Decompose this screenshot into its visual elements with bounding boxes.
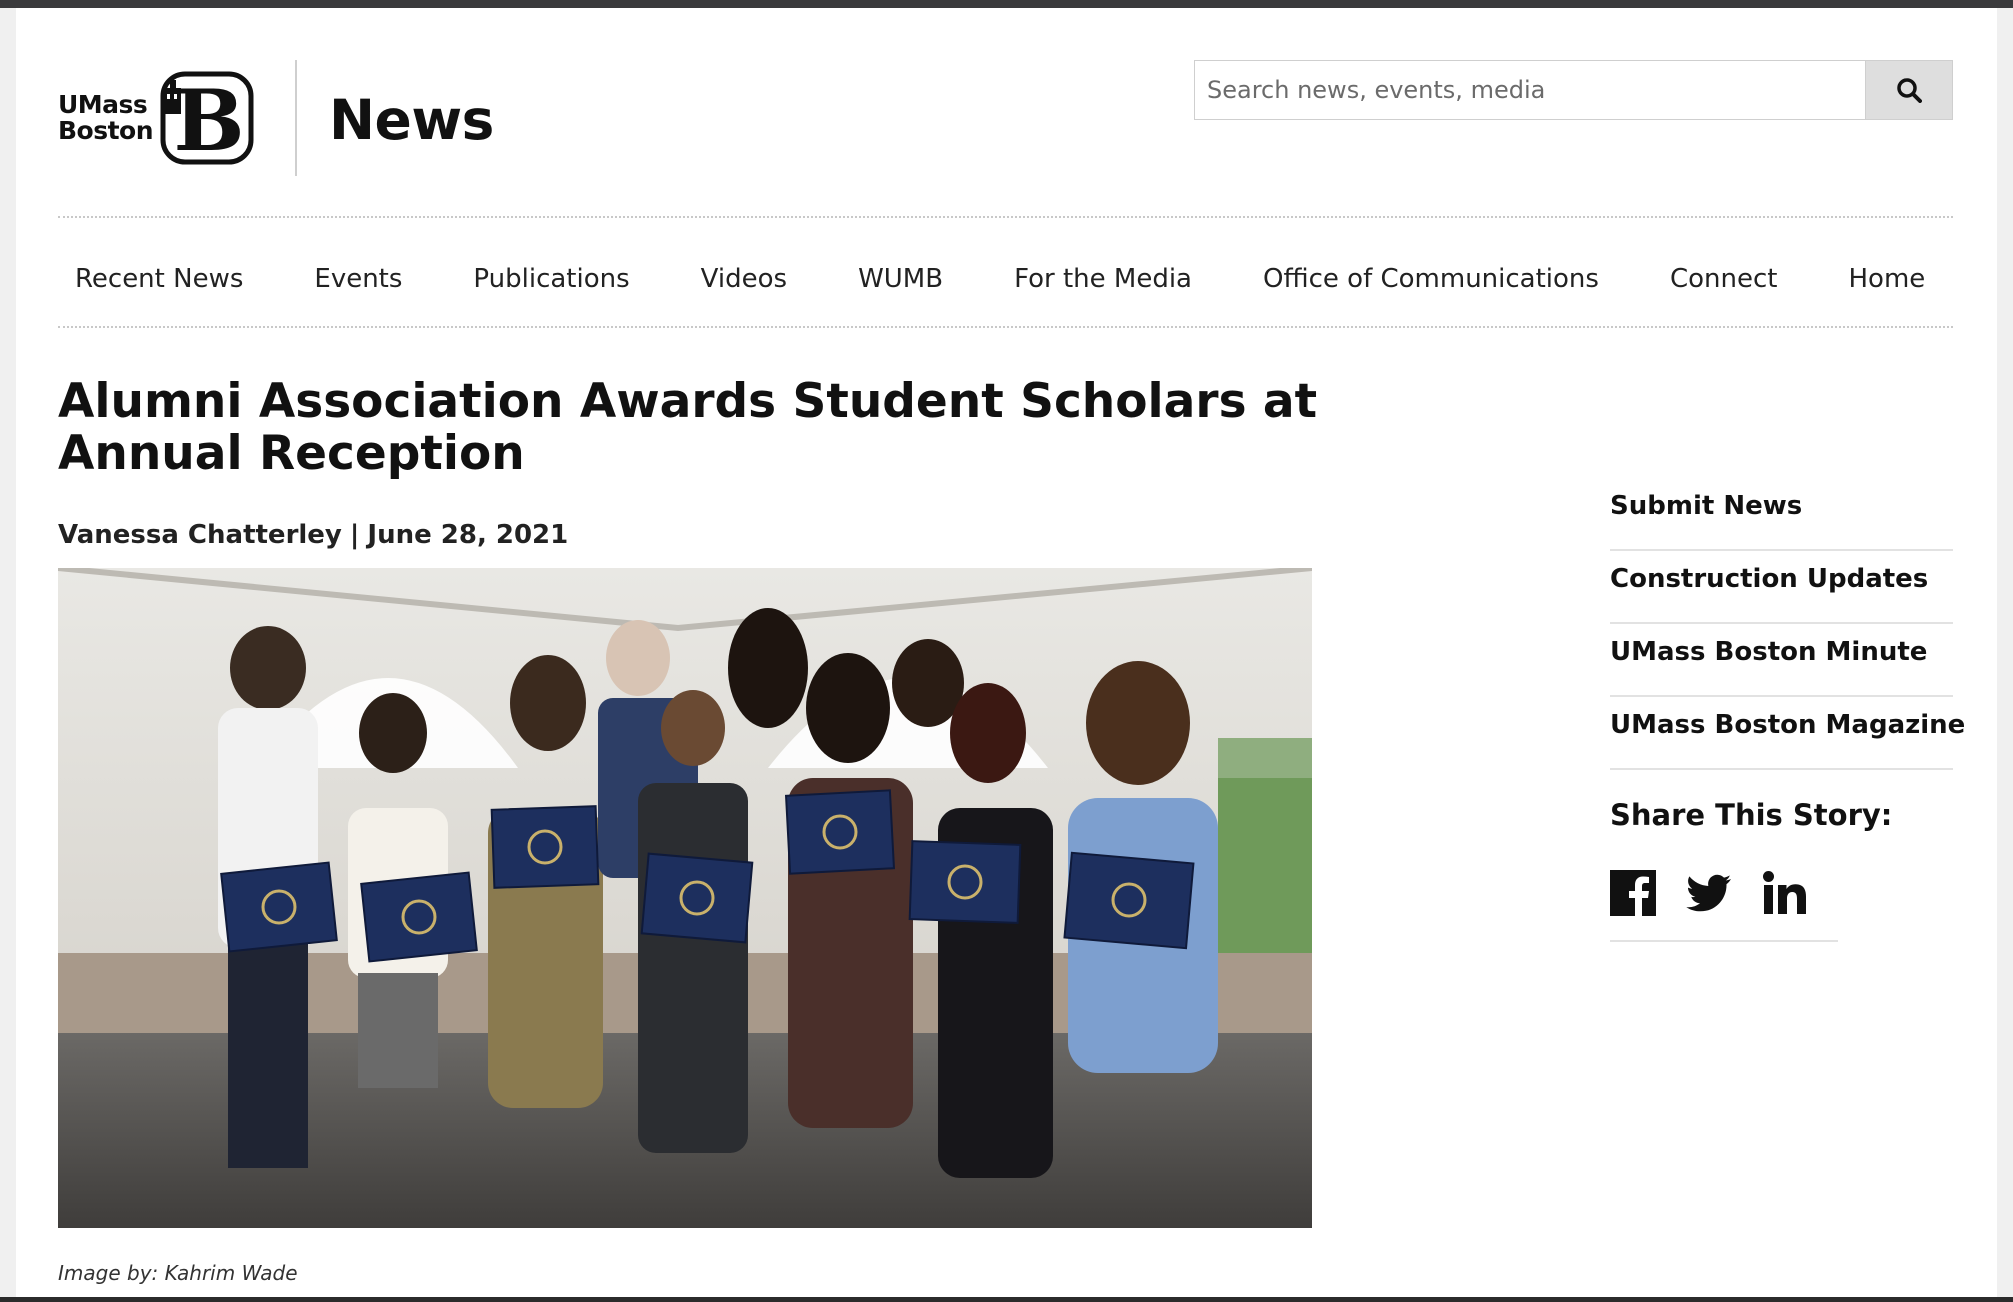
linkedin-icon[interactable]: [1762, 870, 1808, 916]
article-author: Vanessa Chatterley: [58, 520, 342, 550]
nav-item-events[interactable]: Events: [297, 264, 419, 294]
nav-item-recent-news[interactable]: Recent News: [58, 264, 260, 294]
logo-wordmark: UMass Boston: [58, 90, 154, 145]
nav-item-office-of-communications[interactable]: Office of Communications: [1246, 264, 1616, 294]
sidebar-link-umass-boston-magazine[interactable]: UMass Boston Magazine: [1610, 697, 1965, 770]
sidebar-link-construction-updates[interactable]: Construction Updates: [1610, 551, 1953, 624]
search-input[interactable]: [1194, 60, 1865, 120]
sidebar-link-umass-boston-minute[interactable]: UMass Boston Minute: [1610, 624, 1953, 697]
article-title: Alumni Association Awards Student Schola…: [58, 374, 1318, 481]
page: UMass Boston B News Recent News Events P…: [16, 8, 1997, 1297]
article-byline: Vanessa Chatterley | June 28, 2021: [58, 520, 568, 550]
umass-boston-logo[interactable]: UMass Boston B: [58, 70, 255, 166]
nav-item-home[interactable]: Home: [1831, 264, 1942, 294]
window-right-border: [1997, 8, 2013, 1298]
magnifier-icon: [1897, 78, 1922, 103]
browser-top-bar: [0, 0, 2013, 8]
umass-boston-b-logo-icon: B: [160, 71, 254, 166]
article-date: June 28, 2021: [367, 520, 569, 550]
search-bar: [1194, 60, 1953, 120]
logo-line-2: Boston: [58, 116, 154, 145]
main-nav: Recent News Events Publications Videos W…: [58, 232, 1942, 326]
site-title[interactable]: News: [329, 88, 494, 152]
window-bottom-border: [0, 1297, 2013, 1302]
sidebar-links: Submit News Construction Updates UMass B…: [1610, 478, 1965, 770]
nav-item-wumb[interactable]: WUMB: [841, 264, 960, 294]
article-photo: [58, 568, 1312, 1228]
article-photo-illustration: [58, 568, 1312, 1228]
twitter-icon[interactable]: [1686, 870, 1732, 916]
share-title: Share This Story:: [1610, 798, 1893, 832]
photo-caption: Image by: Kahrim Wade: [58, 1261, 298, 1285]
share-icons: [1610, 870, 1838, 942]
sidebar-link-submit-news[interactable]: Submit News: [1610, 478, 1953, 551]
nav-bottom-divider: [58, 326, 1953, 328]
nav-top-divider: [58, 216, 1953, 218]
svg-text:B: B: [174, 71, 245, 166]
logo-line-1: UMass: [58, 90, 148, 119]
window-left-border: [0, 8, 16, 1298]
facebook-icon[interactable]: [1610, 870, 1656, 916]
byline-separator: |: [349, 520, 360, 550]
nav-item-connect[interactable]: Connect: [1653, 264, 1795, 294]
header-divider: [295, 60, 297, 176]
nav-item-publications[interactable]: Publications: [456, 264, 646, 294]
nav-item-for-the-media[interactable]: For the Media: [997, 264, 1209, 294]
nav-item-videos[interactable]: Videos: [684, 264, 804, 294]
search-button[interactable]: [1865, 60, 1953, 120]
